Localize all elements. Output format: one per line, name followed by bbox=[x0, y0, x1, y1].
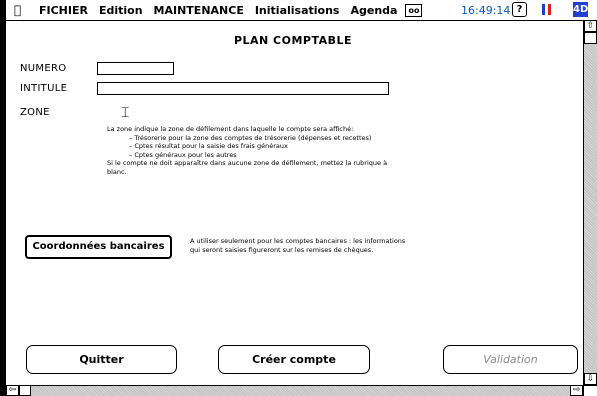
app-window:  FICHIER Edition MAINTENANCE Initialisa… bbox=[6, 0, 597, 396]
bank-note-line: A utiliser seulement pour les comptes ba… bbox=[190, 237, 406, 245]
intitule-label: INTITULE bbox=[20, 83, 68, 94]
vertical-scrollbar[interactable]: ⇧ ⇩ bbox=[583, 20, 597, 385]
scroll-down-icon[interactable]: ⇩ bbox=[584, 373, 597, 385]
intitule-field[interactable] bbox=[97, 82, 389, 95]
tape-icon[interactable]: oo bbox=[405, 3, 423, 17]
scroll-up-icon[interactable]: ⇧ bbox=[584, 20, 597, 32]
zone-help-line: – Cptes résultat pour la saisie des frai… bbox=[129, 142, 288, 150]
horizontal-scroll-thumb[interactable] bbox=[19, 385, 31, 396]
menu-fichier[interactable]: FICHIER bbox=[39, 4, 88, 17]
menu-bar:  FICHIER Edition MAINTENANCE Initialisa… bbox=[6, 0, 597, 21]
zone-help-text: La zone indique la zone de défilement da… bbox=[107, 125, 477, 176]
menu-agenda[interactable]: Agenda bbox=[350, 4, 397, 17]
app-4d-icon[interactable]: 4D bbox=[573, 2, 588, 17]
text-cursor-icon: ⌶ bbox=[121, 105, 130, 121]
help-icon[interactable]: ? bbox=[512, 2, 527, 17]
bank-note-text: A utiliser seulement pour les comptes ba… bbox=[190, 237, 490, 255]
bank-details-button[interactable]: Coordonnées bancaires bbox=[25, 235, 172, 259]
menu-edition[interactable]: Edition bbox=[99, 4, 143, 17]
scroll-left-icon[interactable]: ⇦ bbox=[6, 385, 19, 396]
horizontal-scrollbar[interactable]: ⇦ ⇨ bbox=[6, 385, 583, 396]
page-title: PLAN COMPTABLE bbox=[233, 34, 353, 47]
zone-help-line: blanc. bbox=[107, 167, 127, 176]
bank-note-line: qui seront saisies figureront sur les re… bbox=[190, 246, 374, 254]
zone-label: ZONE bbox=[20, 107, 50, 118]
resize-box-icon[interactable] bbox=[583, 385, 597, 396]
zone-help-line: La zone indique la zone de défilement da… bbox=[107, 125, 354, 133]
numero-label: NUMERO bbox=[20, 63, 67, 74]
apple-menu-icon[interactable]:  bbox=[14, 3, 28, 17]
quit-button[interactable]: Quitter bbox=[26, 345, 177, 374]
vertical-scroll-thumb[interactable] bbox=[584, 32, 597, 44]
menu-initialisations[interactable]: Initialisations bbox=[255, 4, 340, 17]
menu-maintenance[interactable]: MAINTENANCE bbox=[154, 4, 244, 17]
validate-button[interactable]: Validation bbox=[443, 345, 578, 374]
numero-field[interactable] bbox=[97, 62, 174, 75]
zone-help-line: – Trésorerie pour la zone des comptes de… bbox=[129, 133, 372, 142]
scroll-right-icon[interactable]: ⇨ bbox=[570, 385, 583, 396]
menu-clock[interactable]: 16:49:14 bbox=[461, 4, 510, 17]
zone-help-line: Si le compte ne doit apparaître dans auc… bbox=[107, 159, 388, 167]
zone-help-line: – Cptes généraux pour les autres bbox=[129, 150, 237, 159]
french-flag-icon[interactable] bbox=[542, 4, 551, 15]
create-account-button[interactable]: Créer compte bbox=[218, 345, 370, 374]
